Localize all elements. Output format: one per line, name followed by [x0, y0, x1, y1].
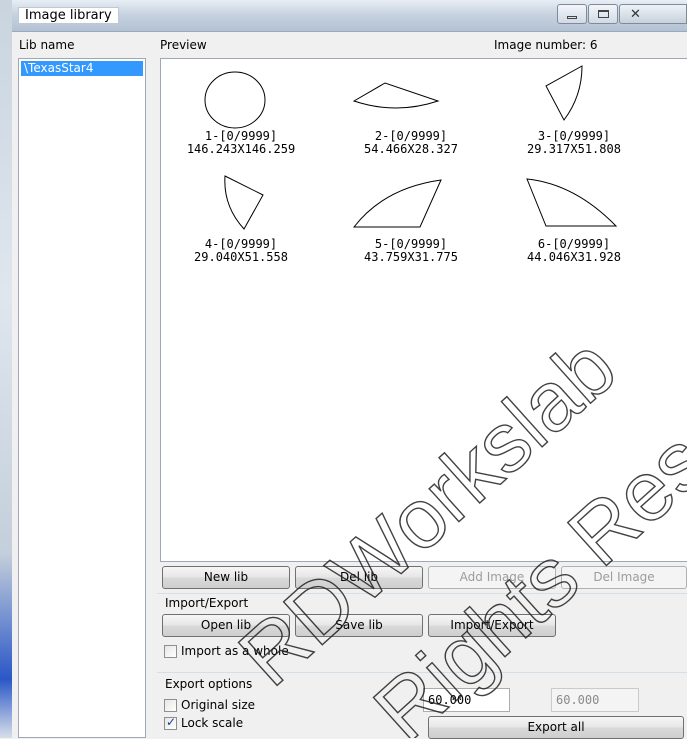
import-export-button[interactable]: Import/Export: [428, 614, 556, 637]
image-library-window: Image library ✕ Lib name Preview Image n…: [12, 0, 687, 739]
import-whole-checkbox[interactable]: [164, 645, 177, 658]
export-width-input[interactable]: 60.000: [423, 688, 510, 712]
desktop-edge: [0, 0, 12, 738]
original-size-checkbox[interactable]: [164, 699, 177, 712]
minimize-icon: [558, 5, 586, 23]
image-size: 43.759X31.775: [364, 250, 458, 264]
import-export-group-label: Import/Export: [165, 596, 249, 610]
preview-header: Preview: [160, 38, 207, 52]
window-title: Image library: [18, 7, 119, 24]
del-image-button[interactable]: Del Image: [561, 566, 687, 589]
image-size: 29.040X51.558: [194, 250, 288, 264]
image-thumb-1[interactable]: 1-[0/9999] 146.243X146.259: [166, 61, 316, 181]
export-all-button[interactable]: Export all: [428, 716, 684, 739]
close-icon: ✕: [630, 6, 641, 22]
fan-segment-icon: [224, 175, 264, 230]
original-size-label: Original size: [181, 698, 256, 712]
lib-list[interactable]: \TexasStar4: [18, 58, 146, 738]
fan-segment-icon: [352, 179, 442, 228]
minimize-button[interactable]: [557, 4, 587, 24]
export-height-input[interactable]: 60.000: [551, 688, 639, 712]
image-thumb-2[interactable]: 2-[0/9999] 54.466X28.327: [336, 61, 486, 181]
title-bar[interactable]: Image library ✕: [12, 0, 687, 32]
checkmark-icon: ✓: [166, 715, 177, 729]
image-preview-area[interactable]: 1-[0/9999] 146.243X146.259 2-[0/9999] 54…: [160, 58, 687, 562]
export-options-group-top: [157, 672, 687, 673]
circle-icon: [204, 71, 266, 129]
image-size: 44.046X31.928: [527, 250, 621, 264]
image-size: 146.243X146.259: [186, 142, 296, 156]
fan-segment-icon: [352, 82, 440, 109]
image-number-label: Image number: 6: [494, 38, 598, 52]
fan-segment-icon: [545, 65, 583, 121]
image-thumb-6[interactable]: 6-[0/9999] 44.046X31.928: [499, 171, 649, 291]
maximize-button[interactable]: [588, 4, 618, 24]
image-thumb-3[interactable]: 3-[0/9999] 29.317X51.808: [499, 61, 649, 181]
maximize-icon: [589, 5, 617, 23]
lib-name-header: Lib name: [19, 38, 75, 52]
add-image-button[interactable]: Add Image: [428, 566, 556, 589]
lock-scale-checkbox[interactable]: ✓: [164, 715, 177, 730]
image-thumb-4[interactable]: 4-[0/9999] 29.040X51.558: [166, 171, 316, 291]
lock-scale-label: Lock scale: [181, 716, 244, 730]
fan-segment-icon: [526, 178, 618, 227]
lib-list-item[interactable]: \TexasStar4: [21, 61, 143, 76]
del-lib-button[interactable]: Del lib: [295, 566, 423, 589]
image-thumb-5[interactable]: 5-[0/9999] 43.759X31.775: [336, 171, 486, 291]
image-number-value: 6: [589, 38, 598, 52]
image-size: 54.466X28.327: [364, 142, 458, 156]
open-lib-button[interactable]: Open lib: [162, 614, 290, 637]
new-lib-button[interactable]: New lib: [162, 566, 290, 589]
image-number-text: Image number:: [494, 38, 587, 52]
export-options-group-label: Export options: [165, 677, 253, 691]
import-export-group-top: [157, 593, 687, 594]
save-lib-button[interactable]: Save lib: [295, 614, 423, 637]
close-button[interactable]: ✕: [619, 4, 687, 24]
image-size: 29.317X51.808: [527, 142, 621, 156]
import-whole-label: Import as a whole: [181, 644, 289, 658]
